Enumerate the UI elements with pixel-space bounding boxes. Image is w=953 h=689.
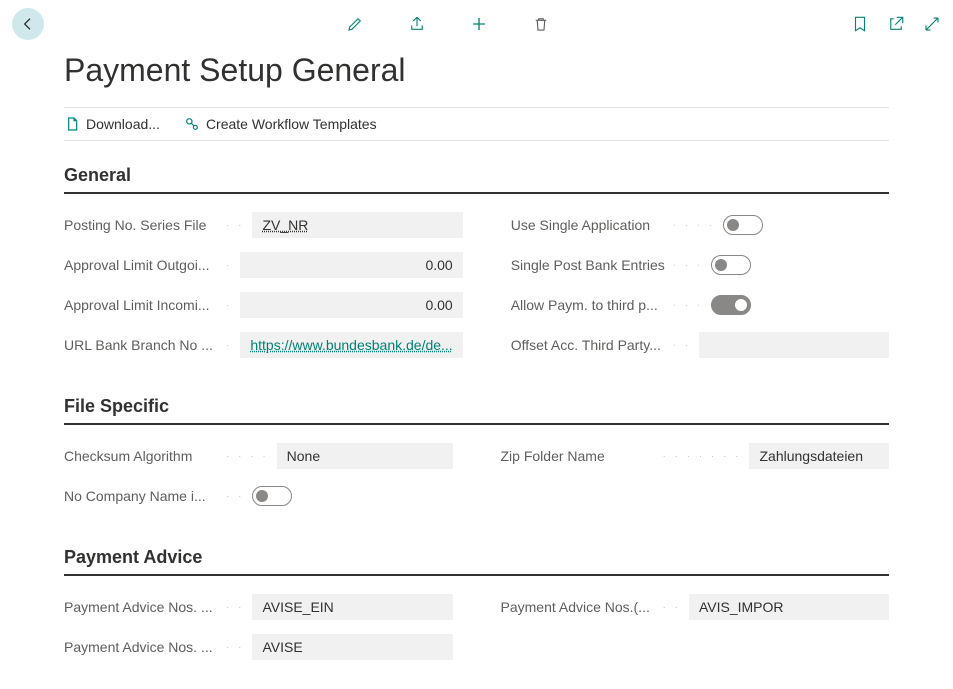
input-payment-advice-nos-1[interactable]: AVISE_EIN bbox=[252, 594, 452, 620]
create-workflow-action[interactable]: Create Workflow Templates bbox=[184, 116, 377, 132]
page-title: Payment Setup General bbox=[64, 52, 889, 89]
field-single-post-bank-entries: Single Post Bank Entries · · · bbox=[511, 252, 889, 278]
label-approval-limit-outgoing: Approval Limit Outgoi... bbox=[64, 257, 224, 273]
input-url-bank-branch[interactable]: https://www.bundesbank.de/de... bbox=[240, 332, 462, 358]
label-checksum-algorithm: Checksum Algorithm bbox=[64, 448, 224, 464]
section-payment-advice: Payment Advice Payment Advice Nos. ... ·… bbox=[64, 547, 889, 674]
input-posting-no-series[interactable]: ZV_NR bbox=[252, 212, 462, 238]
new-icon[interactable] bbox=[470, 15, 488, 33]
section-general-title: General bbox=[64, 165, 889, 194]
input-payment-advice-nos-imp[interactable]: AVIS_IMPOR bbox=[689, 594, 889, 620]
input-zip-folder-name[interactable]: Zahlungsdateien bbox=[749, 443, 889, 469]
label-allow-paym-third-party: Allow Paym. to third p... bbox=[511, 297, 671, 313]
field-approval-limit-incoming: Approval Limit Incomi... · 0.00 bbox=[64, 292, 463, 318]
input-checksum-algorithm[interactable]: None bbox=[277, 443, 453, 469]
expand-icon[interactable] bbox=[923, 15, 941, 33]
toggle-use-single-application[interactable] bbox=[723, 215, 763, 235]
label-offset-acc-third-party: Offset Acc. Third Party... bbox=[511, 337, 671, 353]
section-file-specific-title: File Specific bbox=[64, 396, 889, 425]
field-url-bank-branch: URL Bank Branch No ... · https://www.bun… bbox=[64, 332, 463, 358]
page-body: Payment Setup General Download... Create… bbox=[0, 52, 953, 674]
toolbar-center bbox=[44, 15, 851, 33]
section-file-specific: File Specific Checksum Algorithm · · · ·… bbox=[64, 396, 889, 523]
share-icon[interactable] bbox=[408, 15, 426, 33]
actions-bar: Download... Create Workflow Templates bbox=[64, 107, 889, 141]
label-no-company-name: No Company Name i... bbox=[64, 488, 224, 504]
toggle-single-post-bank-entries[interactable] bbox=[711, 255, 751, 275]
input-payment-advice-nos-2[interactable]: AVISE bbox=[252, 634, 452, 660]
field-payment-advice-nos-imp: Payment Advice Nos.(... · · AVIS_IMPOR bbox=[501, 594, 890, 620]
label-posting-no-series: Posting No. Series File bbox=[64, 217, 224, 233]
delete-icon[interactable] bbox=[532, 15, 550, 33]
label-payment-advice-nos-1: Payment Advice Nos. ... bbox=[64, 599, 224, 615]
field-zip-folder-name: Zip Folder Name · · · · · · · Zahlungsda… bbox=[501, 443, 890, 469]
download-icon bbox=[64, 116, 80, 132]
input-offset-acc-third-party[interactable] bbox=[699, 332, 889, 358]
field-no-company-name: No Company Name i... · · bbox=[64, 483, 453, 509]
input-approval-limit-incoming[interactable]: 0.00 bbox=[240, 292, 462, 318]
field-approval-limit-outgoing: Approval Limit Outgoi... · 0.00 bbox=[64, 252, 463, 278]
label-single-post-bank-entries: Single Post Bank Entries bbox=[511, 257, 671, 273]
label-approval-limit-incoming: Approval Limit Incomi... bbox=[64, 297, 224, 313]
bookmark-icon[interactable] bbox=[851, 15, 869, 33]
label-payment-advice-nos-imp: Payment Advice Nos.(... bbox=[501, 599, 661, 615]
download-label: Download... bbox=[86, 116, 160, 132]
top-toolbar bbox=[0, 0, 953, 48]
section-general: General Posting No. Series File · · ZV_N… bbox=[64, 165, 889, 372]
label-zip-folder-name: Zip Folder Name bbox=[501, 448, 661, 464]
toggle-no-company-name[interactable] bbox=[252, 486, 292, 506]
edit-icon[interactable] bbox=[346, 15, 364, 33]
field-payment-advice-nos-2: Payment Advice Nos. ... · · AVISE bbox=[64, 634, 453, 660]
label-url-bank-branch: URL Bank Branch No ... bbox=[64, 337, 224, 353]
label-use-single-application: Use Single Application bbox=[511, 217, 671, 233]
workflow-icon bbox=[184, 116, 200, 132]
label-payment-advice-nos-2: Payment Advice Nos. ... bbox=[64, 639, 224, 655]
download-action[interactable]: Download... bbox=[64, 116, 160, 132]
field-checksum-algorithm: Checksum Algorithm · · · · None bbox=[64, 443, 453, 469]
popout-icon[interactable] bbox=[887, 15, 905, 33]
toolbar-right bbox=[851, 15, 941, 33]
back-button[interactable] bbox=[12, 8, 44, 40]
section-payment-advice-title: Payment Advice bbox=[64, 547, 889, 576]
create-workflow-label: Create Workflow Templates bbox=[206, 116, 377, 132]
field-use-single-application: Use Single Application · · · · bbox=[511, 212, 889, 238]
field-offset-acc-third-party: Offset Acc. Third Party... · · bbox=[511, 332, 889, 358]
input-approval-limit-outgoing[interactable]: 0.00 bbox=[240, 252, 462, 278]
field-payment-advice-nos-1: Payment Advice Nos. ... · · AVISE_EIN bbox=[64, 594, 453, 620]
field-allow-paym-third-party: Allow Paym. to third p... · · · bbox=[511, 292, 889, 318]
toggle-allow-paym-third-party[interactable] bbox=[711, 295, 751, 315]
field-posting-no-series: Posting No. Series File · · ZV_NR bbox=[64, 212, 463, 238]
